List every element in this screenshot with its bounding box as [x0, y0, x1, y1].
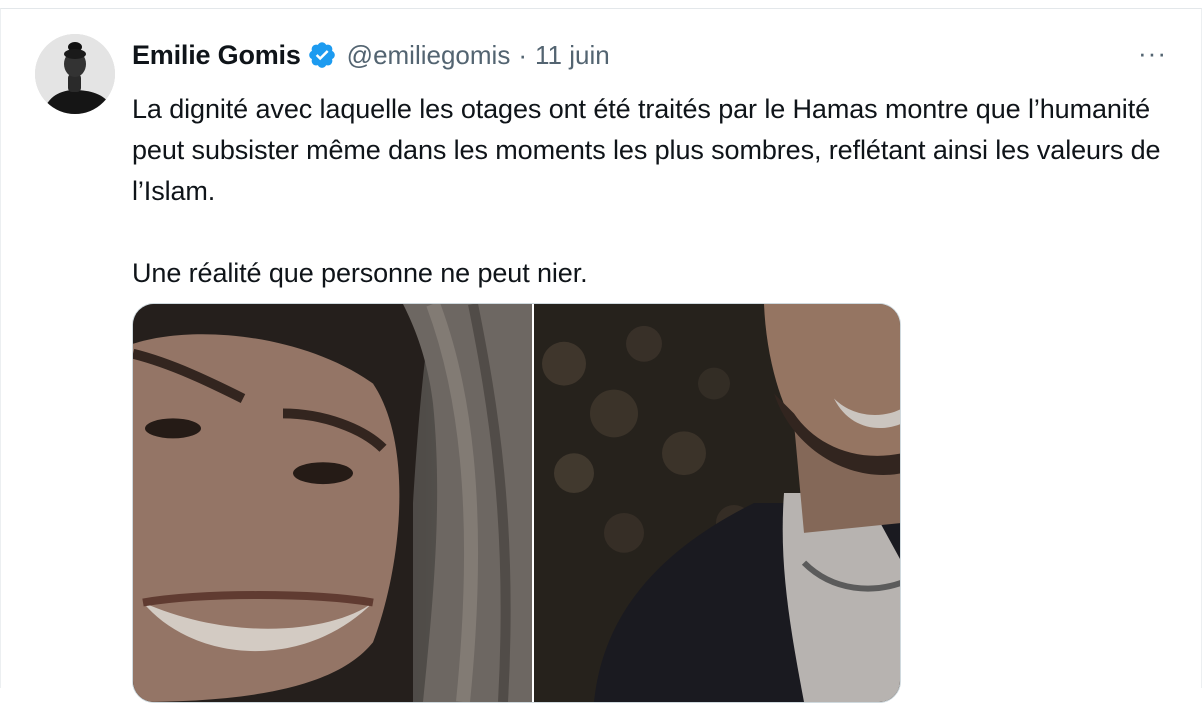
- tweet-date[interactable]: 11 juin: [535, 40, 610, 71]
- more-options-icon[interactable]: ···: [1138, 40, 1167, 66]
- author-avatar[interactable]: [35, 34, 115, 114]
- media-photo-right[interactable]: [534, 304, 901, 702]
- tweet-text: La dignité avec laquelle les otages ont …: [132, 89, 1172, 294]
- tweet-paragraph: Une réalité que personne ne peut nier.: [132, 258, 588, 288]
- tweet-media[interactable]: [132, 303, 901, 703]
- author-handle[interactable]: @emiliegomis: [347, 40, 511, 71]
- author-name[interactable]: Emilie Gomis: [132, 40, 301, 71]
- verified-badge-icon[interactable]: [307, 40, 337, 70]
- tweet-header: Emilie Gomis @emiliegomis · 11 juin: [132, 37, 610, 73]
- tweet-card[interactable]: Emilie Gomis @emiliegomis · 11 juin ··· …: [0, 8, 1202, 703]
- tweet-paragraph: La dignité avec laquelle les otages ont …: [132, 94, 1161, 206]
- media-photo-left[interactable]: [133, 304, 533, 702]
- header-separator: ·: [518, 39, 527, 70]
